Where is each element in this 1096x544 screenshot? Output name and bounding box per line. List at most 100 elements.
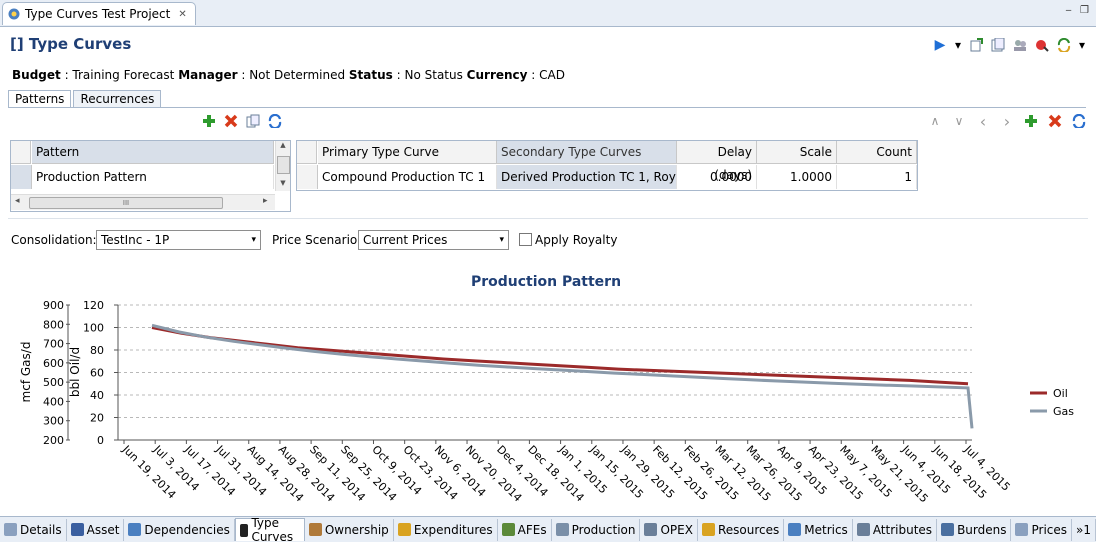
pattern-column-header[interactable]: Pattern bbox=[32, 141, 274, 164]
tab-dependencies[interactable]: Dependencies bbox=[124, 518, 235, 541]
tab-label: Metrics bbox=[804, 522, 848, 537]
row-selector[interactable] bbox=[11, 165, 32, 189]
vertical-scrollbar[interactable]: ▲ ▼ bbox=[275, 141, 290, 191]
y2-axis-label: bbl Oil/d bbox=[68, 347, 82, 397]
tab-attributes[interactable]: Attributes bbox=[853, 518, 938, 541]
budget-info-line: Budget : Training Forecast Manager : Not… bbox=[12, 68, 565, 82]
y2-tick-label: 80 bbox=[90, 344, 104, 357]
tab-burdens[interactable]: Burdens bbox=[937, 518, 1012, 541]
y2-tick-label: 120 bbox=[83, 299, 104, 312]
tab-label: Asset bbox=[86, 522, 120, 537]
restore-icon[interactable]: ❐ bbox=[1078, 4, 1091, 17]
move-up-icon[interactable]: ∧ bbox=[927, 113, 943, 129]
ownership-icon bbox=[308, 523, 322, 536]
legend-label-oil: Oil bbox=[1053, 387, 1068, 400]
move-down-icon[interactable]: ∨ bbox=[951, 113, 967, 129]
y2-tick-label: 100 bbox=[83, 322, 104, 335]
y1-tick-label: 600 bbox=[43, 357, 64, 370]
close-icon[interactable]: ✕ bbox=[178, 9, 186, 20]
delay-cell[interactable]: 0.0000 bbox=[677, 165, 757, 189]
tab-label: Burdens bbox=[957, 522, 1007, 537]
budget-label: Budget bbox=[12, 68, 61, 82]
page-title: [] Type Curves bbox=[10, 35, 132, 53]
move-right-icon[interactable]: › bbox=[999, 112, 1015, 131]
tab-metrics[interactable]: Metrics bbox=[784, 518, 853, 541]
asset-icon bbox=[70, 523, 84, 536]
editor-tab-bar: Type Curves Test Project ✕ ‒ ❐ bbox=[0, 0, 1096, 27]
tab-label: OPEX bbox=[660, 522, 693, 537]
primary-type-curve-cell[interactable]: Compound Production TC 1 bbox=[318, 165, 497, 189]
primary-type-curve-header[interactable]: Primary Type Curve bbox=[318, 141, 497, 164]
price-scenario-dropdown[interactable]: Current Prices ▾ bbox=[358, 230, 509, 250]
chevron-down-icon: ▾ bbox=[499, 235, 504, 245]
refresh-icon[interactable] bbox=[1071, 113, 1087, 129]
tab-opex[interactable]: OPEX bbox=[640, 518, 698, 541]
scroll-down-icon[interactable]: ▼ bbox=[276, 179, 290, 187]
budget-value: : Training Forecast bbox=[60, 68, 179, 82]
tab-recurrences[interactable]: Recurrences bbox=[73, 90, 162, 108]
opex-icon bbox=[644, 523, 658, 536]
scroll-left-icon[interactable]: ◂ bbox=[15, 196, 20, 206]
scroll-right-icon[interactable]: ▸ bbox=[263, 196, 268, 206]
scroll-thumb[interactable]: III bbox=[29, 197, 223, 209]
delay-header[interactable]: Delay (days) bbox=[677, 141, 757, 182]
horizontal-scrollbar[interactable]: ◂ III ▸ bbox=[11, 194, 275, 210]
y1-tick-label: 400 bbox=[43, 395, 64, 408]
burdens-icon bbox=[941, 523, 955, 536]
plus-icon[interactable] bbox=[1023, 113, 1039, 129]
move-left-icon[interactable]: ‹ bbox=[975, 112, 991, 131]
y1-tick-label: 900 bbox=[43, 299, 64, 312]
chevron-down-icon[interactable]: ▾ bbox=[954, 37, 962, 53]
apply-royalty-checkbox[interactable] bbox=[519, 233, 532, 246]
chart-title: Production Pattern bbox=[471, 274, 621, 290]
sync-icon[interactable] bbox=[1056, 37, 1072, 53]
delete-icon[interactable] bbox=[223, 113, 239, 129]
count-cell[interactable]: 1 bbox=[837, 165, 917, 189]
editor-tab[interactable]: Type Curves Test Project ✕ bbox=[2, 2, 196, 25]
scale-header[interactable]: Scale bbox=[757, 141, 837, 164]
pattern-row[interactable]: Production Pattern bbox=[32, 165, 274, 189]
sub-tabs: Patterns Recurrences bbox=[8, 90, 163, 108]
y1-tick-label: 200 bbox=[43, 434, 64, 447]
plus-icon[interactable] bbox=[201, 113, 217, 129]
validate-icon[interactable] bbox=[1034, 37, 1050, 53]
scale-cell[interactable]: 1.0000 bbox=[757, 165, 837, 189]
scroll-thumb[interactable] bbox=[277, 156, 290, 174]
refresh-icon[interactable] bbox=[267, 113, 283, 129]
scroll-up-icon[interactable]: ▲ bbox=[276, 141, 290, 149]
tab-details[interactable]: Details bbox=[0, 518, 67, 541]
expenditures-icon bbox=[397, 523, 411, 536]
secondary-type-curves-cell[interactable]: Derived Production TC 1, Roya... bbox=[497, 165, 677, 189]
tab-patterns[interactable]: Patterns bbox=[8, 90, 72, 108]
tab-1[interactable]: »1 bbox=[1072, 518, 1096, 541]
resources-icon bbox=[701, 523, 715, 536]
secondary-type-curves-header[interactable]: Secondary Type Curves bbox=[497, 141, 677, 164]
afes-icon bbox=[501, 523, 515, 536]
report-icon[interactable] bbox=[990, 37, 1006, 53]
delete-icon[interactable] bbox=[1047, 113, 1063, 129]
consolidation-label: Consolidation: bbox=[11, 233, 97, 247]
divider bbox=[8, 107, 1086, 108]
status-label: Status bbox=[348, 68, 393, 82]
copy-icon[interactable] bbox=[245, 113, 261, 129]
minimize-icon[interactable]: ‒ bbox=[1062, 4, 1075, 17]
tab-afes[interactable]: AFEs bbox=[498, 518, 552, 541]
run-icon[interactable]: ▶ bbox=[932, 37, 948, 53]
consolidation-dropdown[interactable]: TestInc - 1P ▾ bbox=[96, 230, 261, 250]
tab-asset[interactable]: Asset bbox=[67, 518, 125, 541]
y2-tick-label: 40 bbox=[90, 389, 104, 402]
people-icon[interactable] bbox=[1012, 37, 1028, 53]
tab-resources[interactable]: Resources bbox=[698, 518, 785, 541]
export-icon[interactable] bbox=[968, 37, 984, 53]
tab-type-curves[interactable]: Type Curves bbox=[234, 516, 305, 544]
chevron-down-icon[interactable]: ▾ bbox=[1078, 37, 1086, 53]
row-selector[interactable] bbox=[297, 165, 318, 189]
tab-production[interactable]: Production bbox=[552, 518, 641, 541]
y2-tick-label: 0 bbox=[97, 434, 104, 447]
tab-prices[interactable]: Prices bbox=[1011, 518, 1073, 541]
apply-royalty-label: Apply Royalty bbox=[535, 233, 618, 247]
tab-ownership[interactable]: Ownership bbox=[305, 518, 394, 541]
tab-label: Resources bbox=[717, 522, 780, 537]
count-header[interactable]: Count bbox=[837, 141, 917, 164]
tab-expenditures[interactable]: Expenditures bbox=[394, 518, 498, 541]
